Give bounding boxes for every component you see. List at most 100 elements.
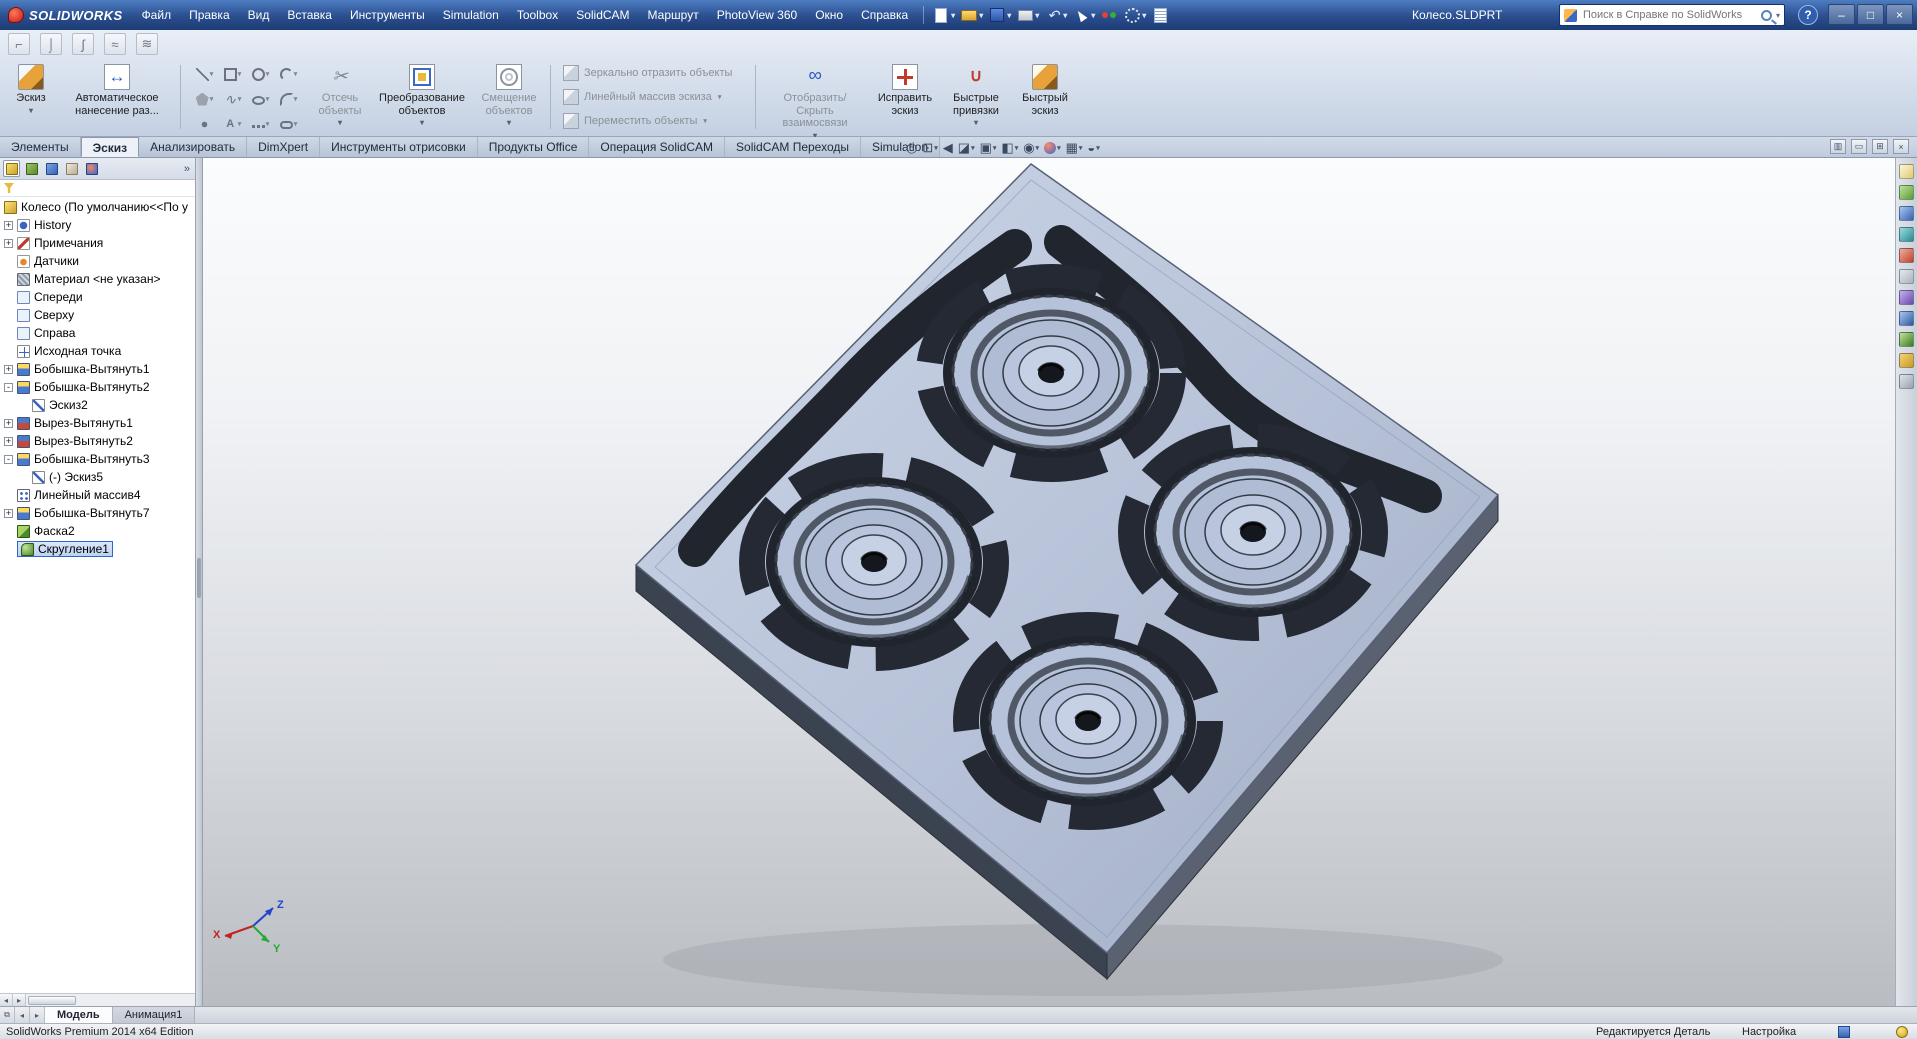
print-icon[interactable]: ▾ xyxy=(1014,4,1041,26)
open-icon[interactable]: ▾ xyxy=(958,4,985,26)
expand-toggle[interactable]: + xyxy=(4,508,13,518)
panel-horizontal-scrollbar[interactable]: ◂ ▸ xyxy=(0,993,195,1006)
search-options-caret[interactable]: ▾ xyxy=(1776,11,1780,20)
line-icon[interactable]: ▾ xyxy=(191,62,218,86)
sketch-tool-icon-5[interactable]: ≋ xyxy=(136,33,158,55)
tree-item[interactable]: Сверху xyxy=(0,306,195,324)
expand-toggle[interactable]: + xyxy=(4,220,13,230)
tree-item[interactable]: Материал <не указан> xyxy=(0,270,195,288)
tree-item[interactable]: + Примечания xyxy=(0,234,195,252)
tree-item[interactable]: Эскиз2 xyxy=(0,396,195,414)
new-document-icon[interactable]: ▾ xyxy=(930,4,957,26)
file-properties-icon[interactable] xyxy=(1149,4,1171,26)
view-settings-icon[interactable]: ◒ ▾ xyxy=(1086,140,1100,155)
search-icon[interactable] xyxy=(1760,9,1772,21)
options-icon[interactable]: ▾ xyxy=(1121,4,1148,26)
menu-edit[interactable]: Правка xyxy=(180,0,239,30)
sketch-tool-icon-4[interactable]: ≈ xyxy=(104,33,126,55)
split-pane-icon[interactable]: ▥ xyxy=(1830,139,1846,154)
select-cursor-icon[interactable]: ▾ xyxy=(1070,4,1097,26)
tree-item[interactable]: Датчики xyxy=(0,252,195,270)
mirror-entities-button[interactable]: Зеркально отразить объекты xyxy=(559,63,747,83)
dropdown-caret[interactable]: ▾ xyxy=(420,118,424,127)
dropdown-caret[interactable]: ▾ xyxy=(703,117,707,125)
arc-icon[interactable]: ▾ xyxy=(275,62,302,86)
menu-solidcam[interactable]: SolidCAM xyxy=(567,0,638,30)
minimize-button[interactable]: – xyxy=(1828,4,1855,25)
ellipse-icon[interactable]: ▾ xyxy=(247,87,274,111)
menu-toolbox[interactable]: Toolbox xyxy=(508,0,567,30)
right-toolbar-icon-9[interactable] xyxy=(1899,332,1914,347)
tab-render-tools[interactable]: Инструменты отрисовки xyxy=(320,137,478,157)
slot-icon[interactable]: ▾ xyxy=(275,112,302,136)
right-toolbar-icon-7[interactable] xyxy=(1899,290,1914,305)
zoom-area-icon[interactable]: ⊡ ▾ xyxy=(921,140,938,156)
tree-item[interactable]: Исходная точка xyxy=(0,342,195,360)
convert-entities-button[interactable]: Преобразование объектов ▾ xyxy=(372,59,472,135)
tree-item[interactable]: - Бобышка-Вытянуть3 xyxy=(0,450,195,468)
expand-toggle[interactable] xyxy=(4,257,13,266)
right-toolbar-icon-10[interactable] xyxy=(1899,353,1914,368)
point-icon[interactable] xyxy=(191,112,218,136)
featuremanager-tab[interactable] xyxy=(3,160,20,177)
hide-show-items-icon[interactable]: ◉ ▾ xyxy=(1022,140,1040,156)
expand-toggle[interactable]: + xyxy=(4,436,13,446)
display-style-icon[interactable]: ◧ ▾ xyxy=(1000,140,1019,156)
quad-pane-icon[interactable]: ⊞ xyxy=(1872,139,1888,154)
tree-item[interactable]: + Бобышка-Вытянуть1 xyxy=(0,360,195,378)
dropdown-caret[interactable]: ▾ xyxy=(718,93,722,101)
expand-toggle[interactable] xyxy=(4,293,13,302)
linear-sketch-pattern-button[interactable]: Линейный массив эскиза ▾ xyxy=(559,87,747,107)
dropdown-caret[interactable]: ▾ xyxy=(507,118,511,127)
tab-dimxpert[interactable]: DimXpert xyxy=(247,137,321,157)
3d-model-wheel-part[interactable] xyxy=(203,158,1895,1006)
text-icon[interactable]: ▾ xyxy=(219,112,246,136)
display-relations-button[interactable]: Отобразить/Скрыть взаимосвязи ▾ xyxy=(760,59,870,140)
rectangle-icon[interactable]: ▾ xyxy=(219,62,246,86)
right-toolbar-icon-3[interactable] xyxy=(1899,206,1914,221)
scroll-right-icon[interactable]: ▸ xyxy=(13,994,26,1006)
tree-item[interactable]: - Бобышка-Вытянуть2 xyxy=(0,378,195,396)
expand-toggle[interactable] xyxy=(4,545,13,554)
expand-toggle[interactable]: + xyxy=(4,238,13,248)
tree-root-item[interactable]: Колесо (По умолчанию<<По у xyxy=(0,198,195,216)
status-document-icon[interactable] xyxy=(1838,1026,1850,1038)
menu-file[interactable]: Файл xyxy=(133,0,181,30)
trim-entities-button[interactable]: Отсечь объекты ▾ xyxy=(308,59,372,135)
tab-scroll-left-icon[interactable]: ◂ xyxy=(15,1007,30,1023)
right-toolbar-icon-6[interactable] xyxy=(1899,269,1914,284)
offset-entities-button[interactable]: Смещение объектов ▾ xyxy=(472,59,546,135)
customize-text[interactable]: Настройка xyxy=(1742,1026,1796,1038)
filter-funnel-icon[interactable] xyxy=(4,183,14,193)
expand-toggle[interactable]: + xyxy=(4,418,13,428)
sketch-fillet-icon[interactable]: ▾ xyxy=(275,87,302,111)
centerline-icon[interactable]: ▾ xyxy=(247,112,274,136)
tab-scroll-right-icon[interactable]: ▸ xyxy=(30,1007,45,1023)
dropdown-caret[interactable]: ▾ xyxy=(338,118,342,127)
move-entities-button[interactable]: Переместить объекты ▾ xyxy=(559,111,747,131)
previous-view-icon[interactable]: ◀ xyxy=(942,140,954,156)
panel-overflow-chevron[interactable]: » xyxy=(184,163,192,175)
tree-item[interactable]: Фаска2 xyxy=(0,522,195,540)
tab-solidcam-operation[interactable]: Операция SolidCAM xyxy=(589,137,726,157)
menu-photoview[interactable]: PhotoView 360 xyxy=(708,0,807,30)
tab-solidcam-transitions[interactable]: SolidCAM Переходы xyxy=(725,137,861,157)
auto-dimension-button[interactable]: Автоматическое нанесение раз... xyxy=(58,59,176,135)
scroll-left-icon[interactable]: ◂ xyxy=(0,994,13,1006)
tree-item[interactable]: Линейный массив4 xyxy=(0,486,195,504)
panel-splitter[interactable] xyxy=(196,158,203,1006)
expand-toggle[interactable] xyxy=(4,347,13,356)
pane-split-icon[interactable]: ⧉ xyxy=(0,1007,15,1023)
dropdown-caret[interactable]: ▾ xyxy=(974,118,978,127)
spline-icon[interactable]: ▾ xyxy=(219,87,246,111)
single-pane-icon[interactable]: ▭ xyxy=(1851,139,1867,154)
menu-window[interactable]: Окно xyxy=(806,0,852,30)
propertymanager-tab[interactable] xyxy=(23,160,40,177)
menu-help[interactable]: Справка xyxy=(852,0,917,30)
sketch-tool-icon-3[interactable]: ∫ xyxy=(72,33,94,55)
help-button[interactable]: ? xyxy=(1798,5,1818,25)
tab-sketch[interactable]: Эскиз xyxy=(80,137,140,157)
repair-sketch-button[interactable]: Исправить эскиз xyxy=(870,59,940,135)
right-toolbar-icon-2[interactable] xyxy=(1899,185,1914,200)
expand-toggle[interactable] xyxy=(4,275,13,284)
